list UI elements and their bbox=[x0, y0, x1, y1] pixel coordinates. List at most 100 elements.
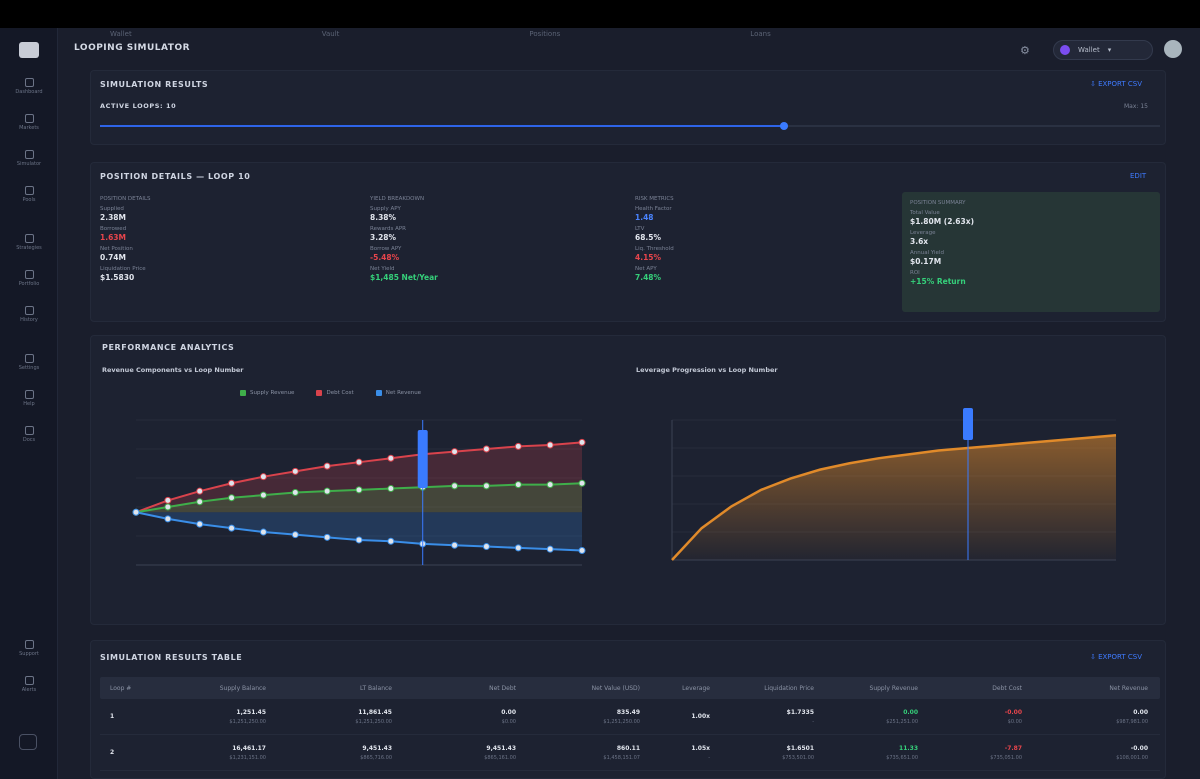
table-cell: -0.00 $0.00 bbox=[930, 709, 1034, 725]
sidebar-item-simulator[interactable]: Simulator bbox=[0, 150, 58, 167]
cell-subvalue: $865,716.00 bbox=[360, 754, 392, 761]
loops-slider-fill bbox=[100, 125, 784, 127]
revenue-chart-legend: Supply Revenue Debt Cost Net Revenue bbox=[240, 390, 443, 396]
legend-item[interactable]: Net Revenue bbox=[375, 390, 421, 396]
data-point bbox=[259, 528, 267, 536]
data-point bbox=[259, 491, 267, 499]
detail-label: ROI bbox=[910, 270, 920, 276]
table-row[interactable]: 2 16,461.17 $1,231,151.00 9,451.43 $865,716.… bbox=[100, 735, 1160, 771]
sidebar-item-dashboard[interactable]: Dashboard bbox=[0, 78, 58, 95]
data-point bbox=[451, 482, 459, 490]
alerts-icon bbox=[24, 676, 34, 685]
legend-label: Debt Cost bbox=[326, 390, 354, 396]
table-cell: 9,451.43 $865,161.00 bbox=[404, 745, 528, 761]
cell-value: 835.49 bbox=[616, 708, 640, 716]
sidebar-item-portfolio[interactable]: Portfolio bbox=[0, 270, 58, 287]
cell-value: 1.05x bbox=[691, 744, 710, 752]
data-point bbox=[291, 531, 299, 539]
top-nav-item[interactable]: Wallet bbox=[110, 30, 132, 38]
detail-label: Liquidation Price bbox=[100, 266, 146, 272]
revenue-chart-title: Revenue Components vs Loop Number bbox=[102, 366, 244, 374]
top-nav-item[interactable]: Loans bbox=[750, 30, 770, 38]
column-header[interactable]: Liquidation Price bbox=[722, 685, 826, 692]
detail-value: $1.80M (2.63x) bbox=[910, 217, 974, 226]
edit-button[interactable]: EDIT bbox=[1130, 172, 1146, 180]
sidebar-item-label: Markets bbox=[19, 125, 39, 131]
top-nav: Wallet Vault Positions Loans bbox=[70, 28, 1200, 40]
cell-subvalue: $987,981.00 bbox=[1116, 718, 1148, 725]
cell-subvalue: $1,458,151.07 bbox=[603, 754, 640, 761]
wallet-button[interactable]: Wallet ▾ bbox=[1053, 40, 1153, 60]
cell-value: -0.00 bbox=[1004, 708, 1022, 716]
position-summary-column: POSITION SUMMARY Total Value $1.80M (2.63x… bbox=[902, 192, 1160, 312]
top-black-bar bbox=[0, 0, 1200, 28]
gear-icon[interactable]: ⚙ bbox=[1020, 44, 1030, 57]
legend-item[interactable]: Supply Revenue bbox=[240, 390, 294, 396]
sidebar-item-strategies[interactable]: Strategies bbox=[0, 234, 58, 251]
detail-label: Total Value bbox=[910, 210, 940, 216]
column-header[interactable]: Debt Cost bbox=[930, 685, 1034, 692]
position-details-column: POSITION DETAILS Supplied 2.38M Borrowed 1.6… bbox=[100, 192, 350, 312]
sidebar-item-history[interactable]: History bbox=[0, 306, 58, 323]
column-header[interactable]: LT Balance bbox=[278, 685, 404, 692]
detail-value: $1,485 Net/Year bbox=[370, 273, 438, 282]
data-point bbox=[514, 442, 522, 450]
sidebar-item-support[interactable]: Support bbox=[0, 640, 58, 657]
column-header[interactable]: Supply Balance bbox=[162, 685, 278, 692]
cell-value: 0.00 bbox=[501, 708, 516, 716]
sidebar-item-markets[interactable]: Markets bbox=[0, 114, 58, 131]
column-header[interactable]: Net Revenue bbox=[1034, 685, 1160, 692]
sidebar-item-settings[interactable]: Settings bbox=[0, 354, 58, 371]
export-csv-label: EXPORT CSV bbox=[1098, 80, 1143, 88]
sidebar-item-label: Pools bbox=[22, 197, 36, 203]
position-details-title: POSITION DETAILS — LOOP 10 bbox=[100, 172, 251, 181]
detail-label: Rewards APR bbox=[370, 226, 406, 232]
simulation-results-title: SIMULATION RESULTS bbox=[100, 80, 209, 89]
data-point bbox=[387, 454, 395, 462]
wallet-label: Wallet bbox=[1078, 46, 1100, 54]
top-nav-item[interactable]: Vault bbox=[322, 30, 340, 38]
data-point bbox=[291, 489, 299, 496]
cell-value: 11.33 bbox=[899, 744, 918, 752]
sidebar-item-alerts[interactable]: Alerts bbox=[0, 676, 58, 693]
sidebar-item-pools[interactable]: Pools bbox=[0, 186, 58, 203]
loops-slider[interactable] bbox=[100, 122, 1160, 130]
detail-label: Annual Yield bbox=[910, 250, 944, 256]
sidebar-item-docs[interactable]: Docs bbox=[0, 426, 58, 443]
detail-label: Borrowed bbox=[100, 226, 127, 232]
column-header[interactable]: Supply Revenue bbox=[826, 685, 930, 692]
cell-value: 16,461.17 bbox=[232, 744, 266, 752]
sidebar: Dashboard Markets Simulator Pools Strategies… bbox=[0, 28, 58, 779]
sidebar-item-help[interactable]: Help bbox=[0, 390, 58, 407]
top-nav-item[interactable]: Positions bbox=[529, 30, 560, 38]
loops-slider-handle[interactable] bbox=[779, 122, 788, 130]
cell-subvalue: - bbox=[708, 754, 710, 761]
results-table: Loop # Supply Balance LT Balance Net Debt Ne… bbox=[100, 677, 1160, 771]
column-header[interactable]: Net Debt bbox=[404, 685, 528, 692]
legend-swatch bbox=[240, 390, 246, 396]
column-header[interactable]: Net Value (USD) bbox=[528, 685, 652, 692]
table-export-csv-button[interactable]: ⇩ EXPORT CSV bbox=[1090, 653, 1142, 661]
export-csv-button[interactable]: ⇩ EXPORT CSV bbox=[1090, 80, 1142, 88]
legend-item[interactable]: Debt Cost bbox=[316, 390, 354, 396]
table-row[interactable]: 1 1,251.45 $1,251,250.00 11,861.45 $1,251,25… bbox=[100, 699, 1160, 735]
simulator-icon bbox=[24, 150, 34, 159]
column-header[interactable]: Leverage bbox=[652, 685, 722, 692]
column-header[interactable]: Loop # bbox=[100, 685, 162, 692]
table-cell: $1.7335 - bbox=[722, 709, 826, 725]
cell-subvalue: $1,251,250.00 bbox=[603, 718, 640, 725]
pools-icon bbox=[24, 186, 34, 195]
cell-subvalue: $753,501.00 bbox=[782, 754, 814, 761]
portfolio-icon bbox=[24, 270, 34, 279]
avatar[interactable] bbox=[1164, 40, 1182, 58]
settings-icon bbox=[24, 354, 34, 363]
table-export-csv-label: EXPORT CSV bbox=[1098, 653, 1143, 661]
history-icon bbox=[24, 306, 34, 315]
active-loops-label: ACTIVE LOOPS: 10 bbox=[100, 102, 177, 110]
collapse-sidebar-icon[interactable] bbox=[19, 734, 37, 750]
app-logo[interactable] bbox=[19, 42, 39, 58]
detail-label: POSITION DETAILS bbox=[100, 196, 151, 202]
detail-label: Supplied bbox=[100, 206, 124, 212]
table-cell: 1.00x bbox=[652, 713, 722, 720]
table-cell: 1.05x - bbox=[652, 745, 722, 761]
